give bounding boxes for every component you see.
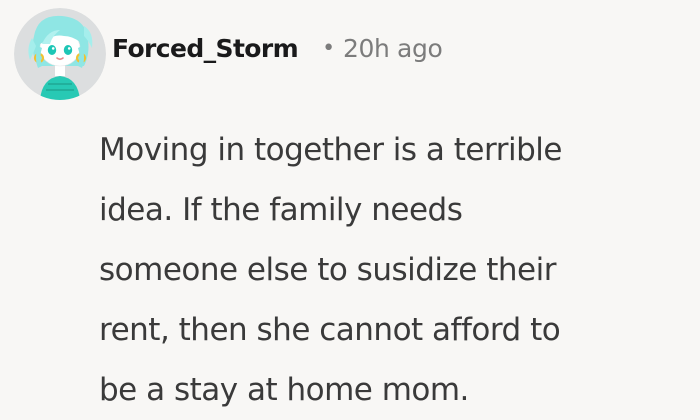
- comment: Forced_Storm • 20h ago Moving in togethe…: [0, 0, 700, 416]
- comment-body-line: someone else to susidize their: [99, 252, 556, 288]
- username[interactable]: Forced_Storm: [112, 34, 299, 63]
- timestamp[interactable]: 20h ago: [343, 34, 443, 63]
- comment-body-line: idea. If the family needs: [99, 192, 463, 228]
- snoo-avatar-icon: [14, 8, 106, 100]
- comment-body: Moving in together is a terrible idea. I…: [99, 120, 689, 420]
- avatar[interactable]: [14, 8, 106, 100]
- comment-header: Forced_Storm • 20h ago: [112, 26, 443, 70]
- separator-dot: •: [322, 35, 336, 61]
- comment-body-line: Moving in together is a terrible: [99, 132, 562, 168]
- comment-body-line: be a stay at home mom.: [99, 372, 469, 408]
- comment-body-line: rent, then she cannot afford to: [99, 312, 561, 348]
